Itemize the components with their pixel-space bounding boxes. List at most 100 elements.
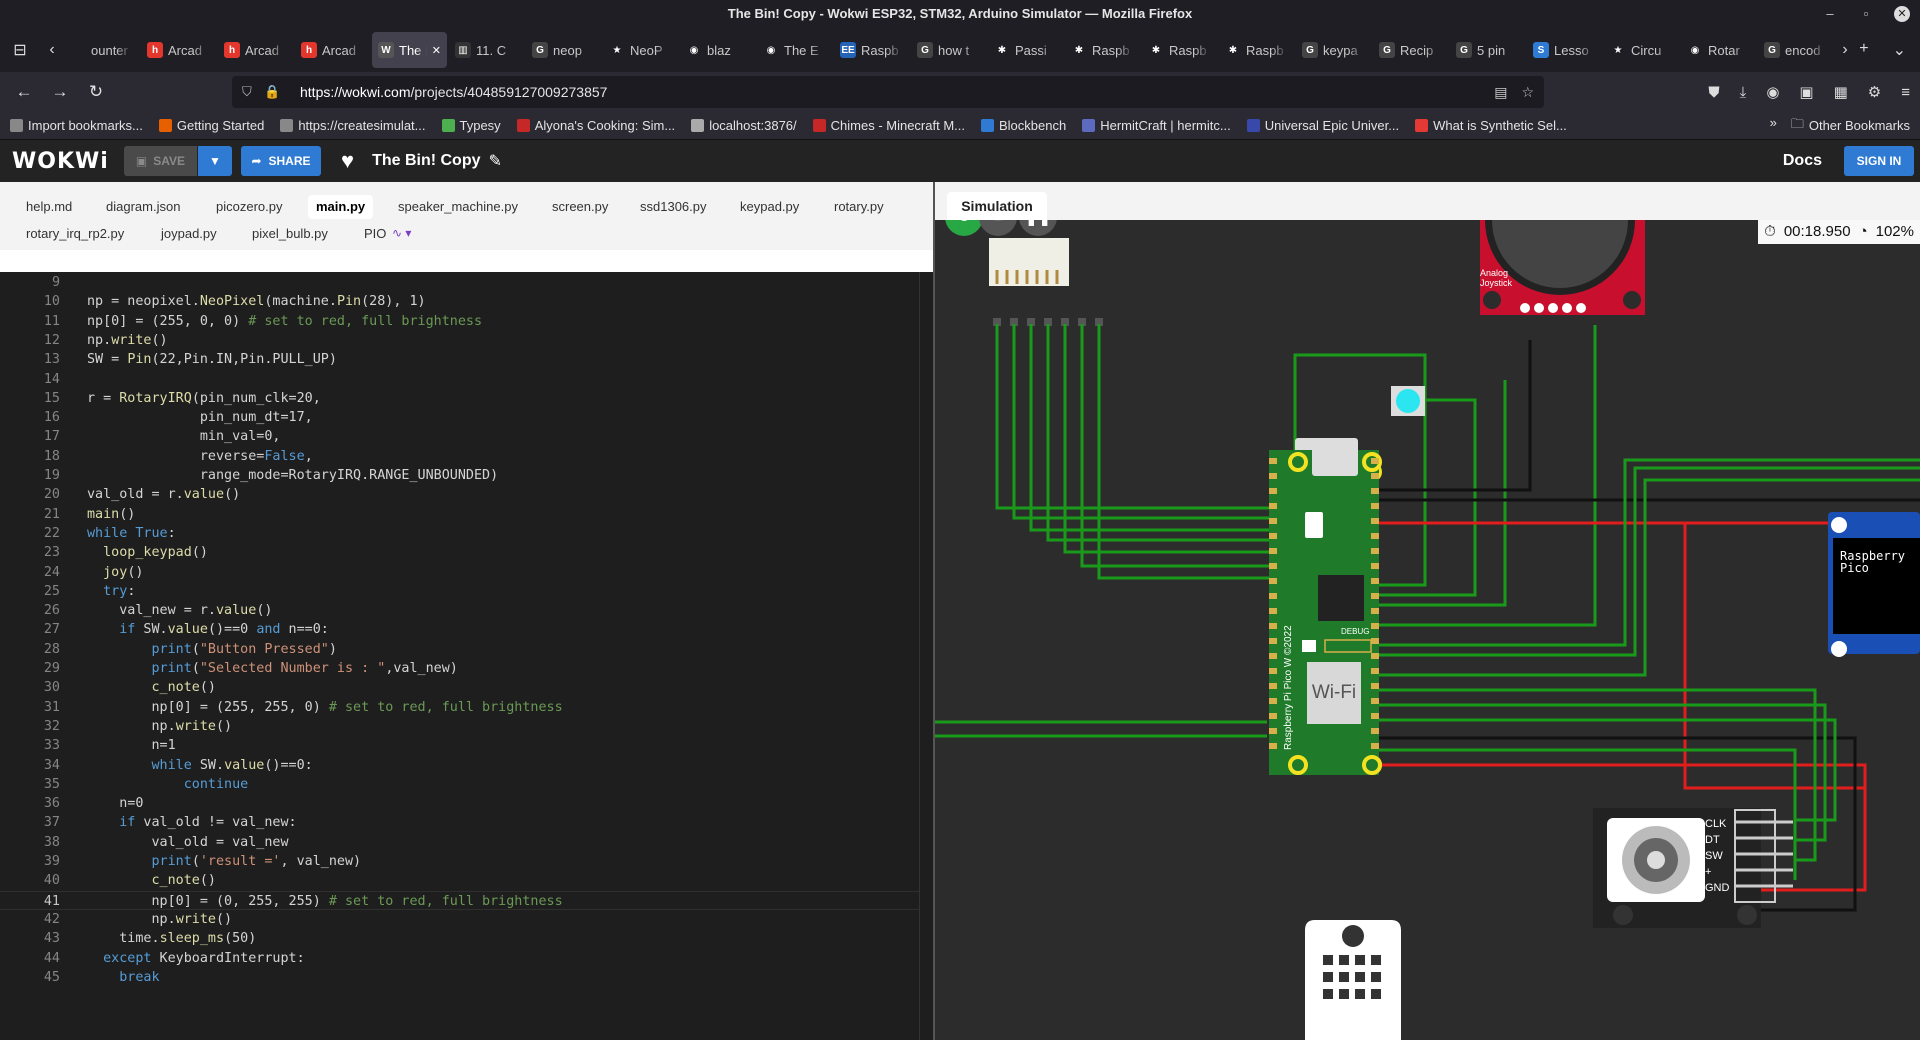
code-line[interactable]: 10 np = neopixel.NeoPixel(machine.Pin(28)… — [0, 292, 933, 311]
file-tab[interactable]: keypad.py — [732, 195, 807, 219]
new-tab-icon[interactable]: + — [1859, 40, 1868, 60]
reader-view-icon[interactable]: ▤ — [1494, 84, 1507, 101]
bookmark-item[interactable]: Universal Epic Univer... — [1246, 118, 1399, 133]
browser-tab[interactable]: h Arcad — [218, 32, 293, 68]
browser-tab[interactable]: G Recip — [1373, 32, 1448, 68]
bookmark-item[interactable]: Alyona's Cooking: Sim... — [516, 118, 675, 133]
browser-tab[interactable]: ounter — [64, 32, 139, 68]
file-tab[interactable]: rotary.py — [826, 195, 892, 219]
browser-tab[interactable]: ▥ 11. C — [449, 32, 524, 68]
code-line[interactable]: 21 main() — [0, 505, 933, 524]
list-all-tabs-icon[interactable]: ⌄ — [1893, 40, 1906, 60]
dht-sensor[interactable] — [1305, 920, 1401, 1040]
browser-tab[interactable]: ✱ Raspb — [1065, 32, 1140, 68]
neopixel-led[interactable] — [1391, 386, 1425, 416]
pocket-icon[interactable]: ⛊ — [1708, 84, 1719, 101]
code-line[interactable]: 30 c_note() — [0, 678, 933, 697]
code-line[interactable]: 13 SW = Pin(22,Pin.IN,Pin.PULL_UP) — [0, 350, 933, 369]
forward-icon[interactable]: → — [42, 82, 78, 102]
code-line[interactable]: 34 while SW.value()==0: — [0, 756, 933, 775]
code-line[interactable]: 40 c_note() — [0, 871, 933, 890]
lock-icon[interactable]: 🔒 — [264, 84, 286, 100]
code-line[interactable]: 16 pin_num_dt=17, — [0, 408, 933, 427]
code-line[interactable]: 32 np.write() — [0, 717, 933, 736]
bookmark-item[interactable]: Typesy — [441, 118, 501, 133]
extensions-icon[interactable]: ⚙ — [1868, 83, 1881, 101]
code-line[interactable]: 37 if val_old != val_new: — [0, 813, 933, 832]
browser-tab[interactable]: ◉ The E — [757, 32, 832, 68]
tab-simulation[interactable]: Simulation — [947, 192, 1047, 220]
file-tab[interactable]: picozero.py — [208, 195, 290, 219]
browser-tab[interactable]: h Arcad — [141, 32, 216, 68]
code-line[interactable]: 11 np[0] = (255, 0, 0) # set to red, full… — [0, 312, 933, 331]
bookmark-star-icon[interactable]: ☆ — [1521, 84, 1534, 101]
file-tab[interactable]: ssd1306.py — [632, 195, 715, 219]
tabs-scroll-left-icon[interactable]: ‹ — [40, 28, 64, 72]
browser-tab[interactable]: S Lesso — [1527, 32, 1602, 68]
code-line[interactable]: 18 reverse=False, — [0, 447, 933, 466]
code-line[interactable]: 42 np.write() — [0, 910, 933, 929]
code-line[interactable]: 23 loop_keypad() — [0, 543, 933, 562]
oled-display[interactable] — [1828, 512, 1920, 657]
bookmark-item[interactable]: Import bookmarks... — [10, 118, 143, 133]
code-line[interactable]: 12 np.write() — [0, 331, 933, 350]
file-tab[interactable]: PIO — [356, 222, 394, 246]
other-bookmarks[interactable]: 🗀 Other Bookmarks — [1791, 115, 1910, 137]
code-line[interactable]: 25 try: — [0, 582, 933, 601]
code-line[interactable]: 33 n=1 — [0, 736, 933, 755]
code-line[interactable]: 43 time.sleep_ms(50) — [0, 929, 933, 948]
browser-tab[interactable]: h Arcad — [295, 32, 370, 68]
code-line[interactable]: 36 n=0 — [0, 794, 933, 813]
code-line[interactable]: 29 print("Selected Number is : ",val_new… — [0, 659, 933, 678]
browser-tab[interactable]: Gneop — [526, 32, 601, 68]
browser-tab[interactable]: W The PLA ✕ — [372, 32, 447, 68]
browser-tab[interactable]: ✱ Raspb — [1142, 32, 1217, 68]
save-dropdown-button[interactable]: ▼ — [198, 146, 232, 176]
browser-tab[interactable]: ◉ blaz — [680, 32, 755, 68]
more-bookmarks-icon[interactable]: » — [1770, 115, 1777, 137]
file-tab[interactable]: pixel_bulb.py — [244, 222, 336, 246]
close-window-icon[interactable]: ✕ — [1894, 6, 1910, 22]
bookmark-item[interactable]: https://createsimulat... — [280, 118, 426, 133]
browser-tab[interactable]: EE Raspb — [834, 32, 909, 68]
account-icon[interactable]: ◉ — [1766, 83, 1779, 101]
heart-icon[interactable]: ♥ — [341, 148, 354, 174]
bookmark-item[interactable]: localhost:3876/ — [691, 118, 797, 133]
file-tab[interactable]: joypad.py — [153, 222, 225, 246]
code-line[interactable]: 41 np[0] = (0, 255, 255) # set to red, f… — [0, 890, 933, 910]
code-line[interactable]: 22 while True: — [0, 524, 933, 543]
code-line[interactable]: 9 — [0, 273, 933, 292]
bookmark-item[interactable]: HermitCraft | hermitc... — [1082, 118, 1231, 133]
tabs-scroll-right-icon[interactable]: › — [1833, 28, 1857, 72]
menu-icon[interactable]: ≡ — [1901, 84, 1910, 101]
url-bar[interactable]: ⛉ 🔒 https://wokwi.com/projects/404859127… — [232, 76, 1544, 108]
code-line[interactable]: 14 — [0, 370, 933, 389]
extension-badge-icon[interactable]: ▣ — [1799, 83, 1813, 101]
code-line[interactable]: 19 range_mode=RotaryIRQ.RANGE_UNBOUNDED) — [0, 466, 933, 485]
bookmark-item[interactable]: Blockbench — [981, 118, 1066, 133]
docs-link[interactable]: Docs — [1783, 152, 1822, 170]
browser-tab[interactable]: Gkeypa — [1296, 32, 1371, 68]
more-files-chevron-icon[interactable]: ∿ ▾ — [392, 226, 411, 240]
browser-tab[interactable]: ✱ Passi — [988, 32, 1063, 68]
code-line[interactable]: 44 except KeyboardInterrupt: — [0, 949, 933, 968]
wokwi-logo[interactable]: WOKWi — [12, 149, 112, 174]
code-line[interactable]: 26 val_new = r.value() — [0, 601, 933, 620]
file-tab[interactable]: rotary_irq_rp2.py — [18, 222, 132, 246]
code-editor[interactable]: 9 10 np = neopixel.NeoPixel(machine.Pin(28… — [0, 272, 933, 1040]
browser-tab[interactable]: ◉ Rotar — [1681, 32, 1756, 68]
bookmark-item[interactable]: Getting Started — [158, 118, 264, 133]
file-tab[interactable]: diagram.json — [98, 195, 188, 219]
file-tab[interactable]: screen.py — [544, 195, 616, 219]
code-line[interactable]: 31 np[0] = (255, 255, 0) # set to red, f… — [0, 698, 933, 717]
sign-in-button[interactable]: SIGN IN — [1844, 146, 1914, 176]
file-tab[interactable]: speaker_machine.py — [390, 195, 526, 219]
browser-tab[interactable]: G 5 pin — [1450, 32, 1525, 68]
code-line[interactable]: 24 joy() — [0, 563, 933, 582]
tab-overview-icon[interactable]: ⊟ — [0, 28, 40, 72]
share-button[interactable]: ➦ SHARE — [241, 146, 321, 176]
code-line[interactable]: 45 break — [0, 968, 933, 987]
restore-icon[interactable]: ▫ — [1858, 0, 1874, 28]
shield-icon[interactable]: ⛉ — [242, 84, 264, 100]
color-extension-icon[interactable]: ▦ — [1834, 83, 1848, 101]
